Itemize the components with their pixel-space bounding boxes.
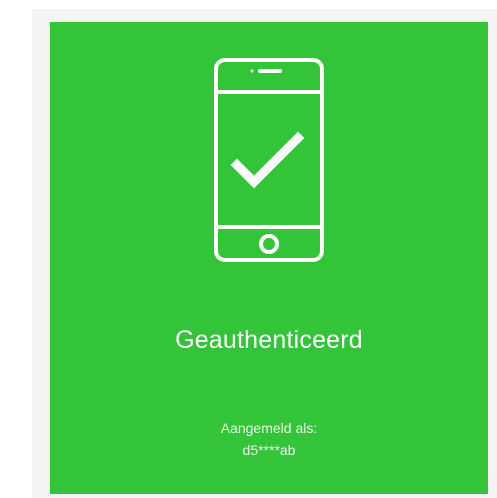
phone-check-icon bbox=[214, 58, 324, 262]
username: d5****ab bbox=[242, 442, 296, 458]
auth-success-card: Geauthenticeerd Aangemeld als: d5****ab bbox=[50, 22, 488, 494]
logged-in-label: Aangemeld als: bbox=[220, 420, 318, 436]
status-title: Geauthenticeerd bbox=[175, 326, 363, 354]
